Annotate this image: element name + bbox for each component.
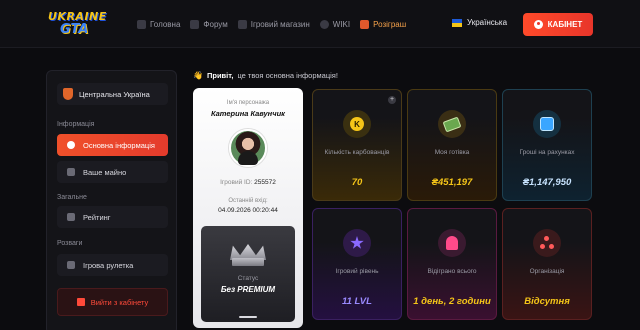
cabinet-button-label: КАБІНЕТ — [547, 20, 583, 29]
sidebar-item-label: Рейтинг — [83, 212, 111, 222]
scroll-indicator — [239, 316, 257, 318]
language-selector[interactable]: Українська — [452, 18, 507, 27]
status-value: Без PREMIUM — [220, 285, 276, 294]
stat-icon-wrap — [343, 229, 371, 257]
user-icon — [533, 20, 543, 29]
premium-status-panel: Статус Без PREMIUM — [201, 226, 295, 322]
sidebar-item-label: Ігрова рулетка — [83, 260, 134, 270]
nav-shop[interactable]: Ігровий магазин — [237, 17, 310, 31]
crown-icon — [228, 240, 268, 268]
character-name-label: Ім'я персонажа — [226, 100, 270, 106]
sidebar-item-roulette[interactable]: Ігрова рулетка — [57, 254, 168, 276]
bank-icon — [540, 117, 554, 131]
server-region-label: Центральна Україна — [79, 89, 150, 99]
wave-icon: 👋 — [193, 71, 203, 80]
nav-home-label: Головна — [150, 19, 181, 29]
stat-value: 11 LVL — [342, 296, 372, 307]
main-nav: Головна Форум Ігровий магазин WIKI Розіг… — [137, 17, 406, 31]
stat-card-level: Ігровий рівень 11 LVL — [312, 208, 402, 320]
avatar — [229, 129, 267, 167]
nav-forum-label: Форум — [203, 19, 228, 29]
cabinet-button[interactable]: КАБІНЕТ — [523, 13, 593, 36]
section-fun-label: Розваги — [57, 240, 83, 247]
sidebar-item-property[interactable]: Ваше майно — [57, 161, 168, 183]
greeting-hello: Привіт, — [206, 71, 234, 80]
last-login-value: 04.09.2026 00:20:44 — [218, 207, 278, 214]
nav-shop-label: Ігровий магазин — [250, 19, 310, 29]
stat-value: 70 — [351, 177, 363, 188]
logout-icon — [76, 298, 85, 306]
stat-value: ₴451,197 — [431, 177, 473, 188]
nav-wiki-label: WIKI — [332, 19, 351, 29]
profile-card: Ім'я персонажа Катерина Кавунчик Ігровий… — [193, 88, 303, 328]
sidebar-item-basic-info[interactable]: Основна інформація — [57, 134, 168, 156]
nav-home[interactable]: Головна — [137, 17, 180, 31]
game-id: Ігровий ID: 255572 — [193, 179, 303, 186]
stat-label: Організація — [529, 268, 565, 275]
nav-forum[interactable]: Форум — [190, 17, 228, 31]
sidebar-item-label: Основна інформація — [83, 140, 155, 150]
game-id-label: Ігровий ID: — [220, 179, 253, 186]
info-icon — [67, 141, 75, 149]
stat-card-karbovantsi: + K Кількість карбованців 70 — [312, 89, 402, 201]
greeting: 👋 Привіт, це твоя основна інформація! — [193, 71, 338, 80]
logout-button[interactable]: Вийти з кабінету — [57, 288, 168, 316]
coin-icon: K — [350, 117, 364, 131]
stat-label: Ігровий рівень — [335, 268, 379, 275]
stat-label: Відіграно всього — [427, 268, 477, 275]
section-general-label: Загальне — [57, 194, 87, 201]
stat-card-bank: Гроші на рахунках ₴1,147,950 — [502, 89, 592, 201]
stat-card-playtime: Відіграно всього 1 день, 2 години — [407, 208, 497, 320]
character-name: Катерина Кавунчик — [211, 109, 285, 118]
trophy-icon — [67, 213, 75, 221]
star-icon — [350, 236, 364, 249]
stat-label: Моя готівка — [434, 149, 470, 156]
stat-value: 1 день, 2 години — [413, 296, 491, 307]
language-label: Українська — [467, 18, 508, 27]
top-header: UKRAINE GTA Головна Форум Ігровий магази… — [0, 0, 640, 48]
roulette-icon — [67, 261, 75, 269]
logo-line-2: GTA — [60, 22, 89, 37]
nav-giveaway[interactable]: Розіграш — [360, 17, 406, 31]
stat-icon-wrap — [533, 229, 561, 257]
ukraine-flag-icon — [452, 18, 462, 27]
greeting-text: це твоя основна інформація! — [237, 71, 338, 80]
stat-value: Відсутня — [524, 296, 570, 307]
nav-giveaway-label: Розіграш — [373, 19, 407, 29]
stat-icon-wrap — [533, 110, 561, 138]
stat-icon-wrap: K — [343, 110, 371, 138]
stat-icon-wrap — [438, 110, 466, 138]
sidebar: Центральна Україна Інформація Основна ін… — [46, 70, 177, 330]
stat-label: Гроші на рахунках — [519, 149, 575, 156]
section-info-label: Інформація — [57, 121, 95, 128]
stat-value: ₴1,147,950 — [522, 177, 572, 188]
car-icon — [67, 168, 75, 176]
stat-card-cash: Моя готівка ₴451,197 — [407, 89, 497, 201]
server-region[interactable]: Центральна Україна — [57, 83, 168, 105]
last-login-label: Останній вхід: — [228, 198, 268, 204]
cash-icon — [442, 116, 462, 132]
stat-card-organization: Організація Відсутня — [502, 208, 592, 320]
game-id-value: 255572 — [254, 179, 276, 186]
logo[interactable]: UKRAINE GTA — [48, 10, 106, 38]
status-label: Статус — [237, 275, 259, 282]
sidebar-item-label: Ваше майно — [83, 167, 127, 177]
gift-icon — [360, 19, 370, 29]
stat-icon-wrap — [438, 229, 466, 257]
shop-icon — [237, 19, 247, 29]
logout-label: Вийти з кабінету — [90, 297, 149, 307]
organization-icon — [540, 236, 554, 250]
nav-wiki[interactable]: WIKI — [319, 17, 351, 31]
sidebar-item-rating[interactable]: Рейтинг — [57, 206, 168, 228]
home-icon — [137, 19, 146, 29]
shield-icon — [63, 88, 73, 100]
add-karbovantsi-button[interactable]: + — [388, 96, 396, 104]
timer-icon — [446, 236, 458, 250]
forum-icon — [190, 19, 200, 29]
globe-icon — [319, 19, 329, 29]
stat-label: Кількість карбованців — [324, 149, 390, 156]
